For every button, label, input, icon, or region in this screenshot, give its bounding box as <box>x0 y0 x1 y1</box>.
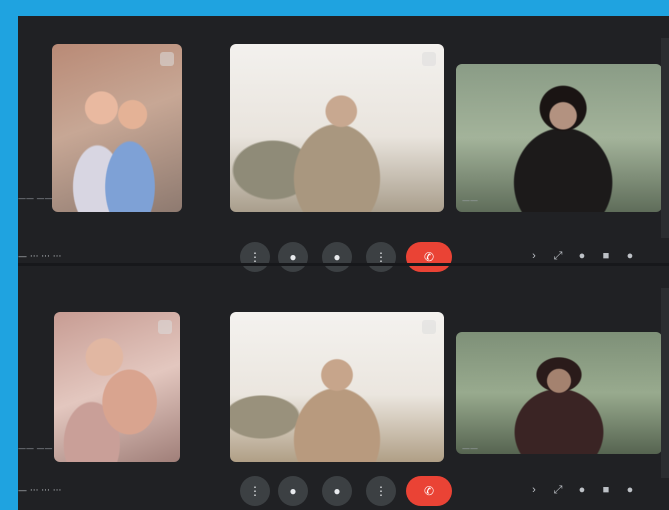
participant-tile[interactable] <box>230 44 444 212</box>
camera-button[interactable]: ● <box>278 476 308 506</box>
participant-tile[interactable] <box>456 332 662 454</box>
chat-icon[interactable]: ● <box>576 250 588 262</box>
scrollbar[interactable] <box>661 38 669 238</box>
chat-icon[interactable]: ● <box>576 484 588 496</box>
present-button[interactable]: ● <box>322 476 352 506</box>
scrollbar[interactable] <box>661 288 669 478</box>
activities-icon[interactable]: ■ <box>600 484 612 496</box>
pin-icon[interactable] <box>422 320 436 334</box>
call-window: —— —— —— — ··· ··· ··· ⋮ ● ● ⋮ ✆ › ⤢ ● ■… <box>18 16 669 272</box>
participant-video <box>54 312 180 462</box>
info-icon[interactable]: › <box>528 250 540 262</box>
participant-video <box>456 332 662 454</box>
host-controls-icon[interactable]: ● <box>624 484 636 496</box>
participant-tile[interactable] <box>230 312 444 462</box>
meet-screen: —— —— —— — ··· ··· ··· ⋮ ● ● ⋮ ✆ › ⤢ ● ■… <box>18 16 669 510</box>
info-icon[interactable]: › <box>528 484 540 496</box>
host-controls-icon[interactable]: ● <box>624 250 636 262</box>
participant-video <box>52 44 182 212</box>
more-options-button[interactable]: ⋮ <box>366 476 396 506</box>
people-icon[interactable]: ⤢ <box>552 250 564 262</box>
participant-video <box>230 312 444 462</box>
call-window: —— —— —— — ··· ··· ··· ⋮ ● ● ⋮ ✆ › ⤢ ● ■… <box>18 263 669 510</box>
end-call-button[interactable]: ✆ <box>406 476 452 506</box>
people-icon[interactable]: ⤢ <box>552 484 564 496</box>
call-controls: — ··· ··· ··· ⋮ ● ● ⋮ ✆ › ⤢ ● ■ ● <box>18 472 669 510</box>
pin-icon[interactable] <box>422 52 436 66</box>
pin-icon[interactable] <box>160 52 174 66</box>
participant-tile[interactable] <box>456 64 662 212</box>
participant-video <box>230 44 444 212</box>
meeting-code: — ··· ··· ··· <box>18 486 62 496</box>
pin-icon[interactable] <box>158 320 172 334</box>
activities-icon[interactable]: ■ <box>600 250 612 262</box>
participant-tile[interactable] <box>52 44 182 212</box>
mic-button[interactable]: ⋮ <box>240 476 270 506</box>
participant-video <box>456 64 662 212</box>
participant-tile[interactable] <box>54 312 180 462</box>
meeting-code: — ··· ··· ··· <box>18 252 62 262</box>
